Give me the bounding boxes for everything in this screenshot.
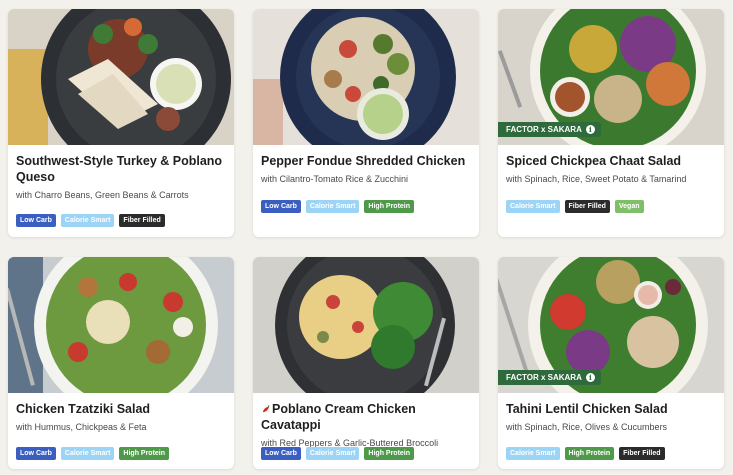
meal-image-lentil-salad[interactable]: FACTOR x SAKARA i <box>498 257 724 393</box>
tag-calorie-smart: Calorie Smart <box>60 447 115 460</box>
meal-title[interactable]: Spiced Chickpea Chaat Salad <box>506 153 716 169</box>
tag-low-carb: Low Carb <box>261 200 301 213</box>
meal-title[interactable]: Tahini Lentil Chicken Salad <box>506 401 716 417</box>
tag-high-protein: High Protein <box>364 447 415 460</box>
tag-vegan: Vegan <box>614 200 644 213</box>
meal-tags: Low Carb Calorie Smart Fiber Filled <box>16 214 165 227</box>
partner-badge-label: FACTOR x SAKARA <box>506 125 582 134</box>
meal-tags: Low Carb Calorie Smart High Protein <box>261 200 415 213</box>
meal-title[interactable]: Pepper Fondue Shredded Chicken <box>261 153 471 169</box>
tag-low-carb: Low Carb <box>261 447 301 460</box>
tag-fiber-filled: Fiber Filled <box>119 214 165 227</box>
meal-tags: Calorie Smart Fiber Filled Vegan <box>506 200 644 213</box>
meal-subtitle: with Cilantro-Tomato Rice & Zucchini <box>261 174 409 184</box>
tag-calorie-smart: Calorie Smart <box>506 200 560 213</box>
meal-card[interactable]: Southwest-Style Turkey & Poblano Queso w… <box>8 9 234 237</box>
info-icon[interactable]: i <box>585 373 595 382</box>
partner-badge-label: FACTOR x SAKARA <box>506 373 582 382</box>
tag-fiber-filled: Fiber Filled <box>619 447 665 460</box>
meal-tags: Low Carb Calorie Smart High Protein <box>16 447 170 460</box>
partner-badge[interactable]: FACTOR x SAKARA i <box>498 122 601 137</box>
tag-calorie-smart: Calorie Smart <box>60 214 115 227</box>
tag-high-protein: High Protein <box>364 200 415 213</box>
meal-subtitle: with Hummus, Chickpeas & Feta <box>16 422 147 432</box>
info-icon[interactable]: i <box>585 125 595 134</box>
partner-badge[interactable]: FACTOR x SAKARA i <box>498 370 601 385</box>
meal-card[interactable]: Pepper Fondue Shredded Chicken with Cila… <box>253 9 479 237</box>
meal-card[interactable]: Chicken Tzatziki Salad with Hummus, Chic… <box>8 257 234 469</box>
meal-card[interactable]: FACTOR x SAKARA i Spiced Chickpea Chaat … <box>498 9 724 237</box>
tag-fiber-filled: Fiber Filled <box>564 200 610 213</box>
tag-high-protein: High Protein <box>564 447 615 460</box>
meal-image-chickpea-salad[interactable]: FACTOR x SAKARA i <box>498 9 724 145</box>
tag-calorie-smart: Calorie Smart <box>506 447 560 460</box>
chili-icon <box>262 405 270 413</box>
meal-title[interactable]: Poblano Cream Chicken Cavatappi <box>261 401 471 433</box>
tag-low-carb: Low Carb <box>16 447 56 460</box>
meal-subtitle: with Spinach, Rice, Olives & Cucumbers <box>506 422 668 432</box>
meal-image-turkey-plate[interactable] <box>8 9 234 145</box>
meal-subtitle: with Charro Beans, Green Beans & Carrots <box>16 190 189 200</box>
meal-grid: Southwest-Style Turkey & Poblano Queso w… <box>0 0 733 475</box>
tag-high-protein: High Protein <box>119 447 170 460</box>
meal-title[interactable]: Chicken Tzatziki Salad <box>16 401 226 417</box>
meal-subtitle: with Spinach, Rice, Sweet Potato & Tamar… <box>506 174 687 184</box>
tag-calorie-smart: Calorie Smart <box>305 447 360 460</box>
tag-low-carb: Low Carb <box>16 214 56 227</box>
meal-title-text: Poblano Cream Chicken Cavatappi <box>261 402 416 432</box>
meal-title[interactable]: Southwest-Style Turkey & Poblano Queso <box>16 153 226 185</box>
meal-tags: Calorie Smart High Protein Fiber Filled <box>506 447 665 460</box>
meal-image-cavatappi-plate[interactable] <box>253 257 479 393</box>
meal-image-chicken-rice-plate[interactable] <box>253 9 479 145</box>
meal-image-tzatziki-salad[interactable] <box>8 257 234 393</box>
tag-calorie-smart: Calorie Smart <box>305 200 360 213</box>
meal-tags: Low Carb Calorie Smart High Protein <box>261 447 415 460</box>
meal-card[interactable]: FACTOR x SAKARA i Tahini Lentil Chicken … <box>498 257 724 469</box>
meal-card[interactable]: Poblano Cream Chicken Cavatappi with Red… <box>253 257 479 469</box>
